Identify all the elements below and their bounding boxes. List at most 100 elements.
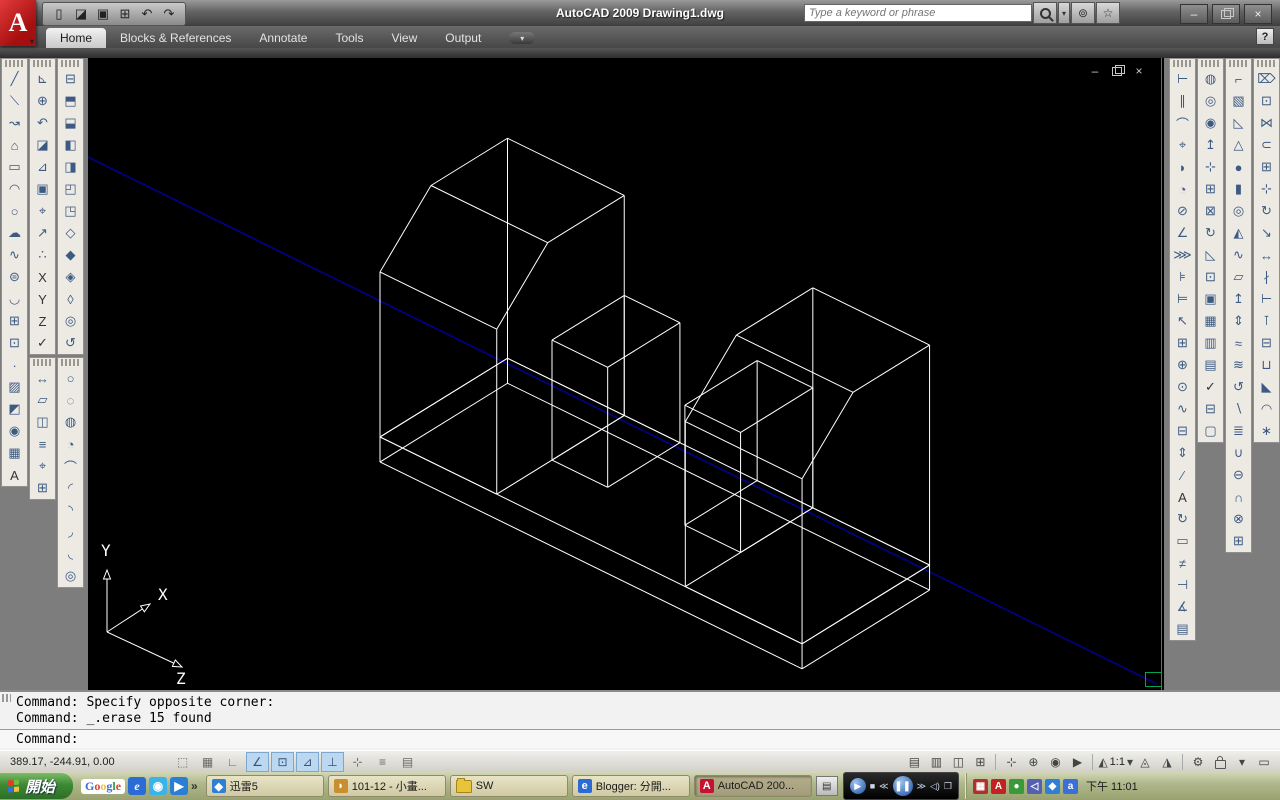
arc-start-end-angle-icon[interactable]: ◞ bbox=[59, 521, 82, 543]
dim-style-manager-icon[interactable]: ▤ bbox=[1171, 618, 1194, 640]
join-icon[interactable]: ⊔ bbox=[1255, 354, 1278, 376]
scale-icon[interactable]: ↘ bbox=[1255, 222, 1278, 244]
dim-space-icon[interactable]: ⇕ bbox=[1171, 442, 1194, 464]
table-icon[interactable]: ▦ bbox=[3, 442, 26, 464]
dim-jogged-icon[interactable]: ◔ bbox=[1171, 178, 1194, 200]
imprint-icon[interactable]: ▤ bbox=[1199, 354, 1222, 376]
clean-screen-button[interactable]: ▭ bbox=[1254, 753, 1274, 771]
auto-annotation-button[interactable]: ◮ bbox=[1157, 753, 1177, 771]
zoom-button[interactable]: ⊕ bbox=[1023, 753, 1043, 771]
restore-button[interactable] bbox=[1212, 4, 1240, 24]
coordinate-display[interactable]: 389.17, -244.91, 0.00 bbox=[0, 756, 170, 768]
previous-view-icon[interactable]: ↺ bbox=[59, 332, 82, 354]
ucs-apply-icon[interactable]: ✓ bbox=[31, 332, 54, 354]
bottom-view-icon[interactable]: ⬓ bbox=[59, 112, 82, 134]
ucs-face-icon[interactable]: ◪ bbox=[31, 134, 54, 156]
ucs-object-icon[interactable]: ⊿ bbox=[31, 156, 54, 178]
pan-button[interactable]: ⊹ bbox=[1001, 753, 1021, 771]
stretch-icon[interactable]: ↔ bbox=[1255, 244, 1278, 266]
media-player-quicklaunch[interactable]: ▶ bbox=[170, 777, 189, 795]
taskbar-item-folder[interactable]: SW bbox=[449, 775, 568, 797]
circle-icon[interactable]: ○ bbox=[3, 200, 26, 222]
construction-line-icon[interactable]: ⟍ bbox=[3, 90, 26, 112]
dim-baseline-icon[interactable]: ⊧ bbox=[1171, 266, 1194, 288]
arc-icon[interactable]: ◠ bbox=[3, 178, 26, 200]
tolerance-icon[interactable]: ⊞ bbox=[1171, 332, 1194, 354]
gradient-icon[interactable]: ◩ bbox=[3, 398, 26, 420]
more-chevron[interactable]: » bbox=[191, 779, 198, 793]
dim-update-icon[interactable]: ↻ bbox=[1171, 508, 1194, 530]
move-faces-icon[interactable]: ⊹ bbox=[1199, 156, 1222, 178]
tray-display-icon[interactable]: ▦ bbox=[973, 778, 988, 794]
communication-center-button[interactable]: ⊚ bbox=[1071, 2, 1095, 24]
extend-icon[interactable]: ⊢ bbox=[1255, 288, 1278, 310]
search-button[interactable] bbox=[1033, 2, 1057, 24]
taper-faces-icon[interactable]: ◺ bbox=[1199, 244, 1222, 266]
taskbar-item-autocad[interactable]: A AutoCAD 200... bbox=[693, 775, 812, 797]
erase-icon[interactable]: ⌦ bbox=[1255, 68, 1278, 90]
dim-arc-length-icon[interactable]: ⌒ bbox=[1171, 112, 1194, 134]
loft-icon[interactable]: ≋ bbox=[1227, 354, 1250, 376]
doc-minimize-button[interactable]: – bbox=[1088, 64, 1102, 78]
named-views-icon[interactable]: ⊟ bbox=[59, 68, 82, 90]
color-faces-icon[interactable]: ▣ bbox=[1199, 288, 1222, 310]
offset-icon[interactable]: ⊂ bbox=[1255, 134, 1278, 156]
mirror-icon[interactable]: ⋈ bbox=[1255, 112, 1278, 134]
ucs-z-axis-icon[interactable]: ↗ bbox=[31, 222, 54, 244]
tab-blocks-references[interactable]: Blocks & References bbox=[106, 28, 245, 48]
rotate-icon[interactable]: ↻ bbox=[1255, 200, 1278, 222]
dim-ordinate-icon[interactable]: ⌖ bbox=[1171, 134, 1194, 156]
torus-icon[interactable]: ◎ bbox=[1227, 200, 1250, 222]
help-button[interactable]: ? bbox=[1256, 28, 1274, 45]
sw-isometric-icon[interactable]: ◇ bbox=[59, 222, 82, 244]
mass-properties-icon[interactable]: ◫ bbox=[31, 411, 54, 433]
toolbar-grip[interactable] bbox=[61, 359, 80, 366]
tray-ati-icon[interactable]: A bbox=[991, 778, 1006, 794]
planar-surface-icon[interactable]: ▱ bbox=[1227, 266, 1250, 288]
layout-button[interactable]: ▥ bbox=[926, 753, 946, 771]
wmp-previous-button[interactable]: ≪ bbox=[879, 781, 888, 792]
ucs-previous-icon[interactable]: ↶ bbox=[31, 112, 54, 134]
tray-thunder-icon[interactable]: ◆ bbox=[1045, 778, 1060, 794]
dim-linear-2-icon[interactable]: ⊣ bbox=[1171, 574, 1194, 596]
toolbar-grip[interactable] bbox=[1229, 60, 1248, 67]
quick-leader-icon[interactable]: ↖ bbox=[1171, 310, 1194, 332]
doc-restore-button[interactable] bbox=[1110, 64, 1125, 78]
model-button[interactable]: ▤ bbox=[904, 753, 924, 771]
union-model-icon[interactable]: ∪ bbox=[1227, 442, 1250, 464]
toolbar-grip[interactable] bbox=[1201, 60, 1220, 67]
dim-break-icon[interactable]: ⊟ bbox=[1171, 420, 1194, 442]
search-input[interactable] bbox=[804, 4, 1032, 22]
circle-2-point-icon[interactable]: ◌ bbox=[59, 389, 82, 411]
separate-icon[interactable]: ⊟ bbox=[1199, 398, 1222, 420]
center-mark-icon[interactable]: ⊕ bbox=[1171, 354, 1194, 376]
messenger-quicklaunch[interactable]: ◉ bbox=[149, 777, 168, 795]
tray-audio-icon[interactable]: ◁ bbox=[1027, 778, 1042, 794]
presspull-icon[interactable]: ⇕ bbox=[1227, 310, 1250, 332]
quick-view-drawings-button[interactable]: ⊞ bbox=[970, 753, 990, 771]
offset-faces-icon[interactable]: ⊞ bbox=[1199, 178, 1222, 200]
tray-quicktime-icon[interactable]: a bbox=[1063, 778, 1078, 794]
dyn-toggle[interactable]: ⊹ bbox=[346, 752, 369, 772]
snap-toggle[interactable]: ⬚ bbox=[171, 752, 194, 772]
minimize-button[interactable]: – bbox=[1180, 4, 1208, 24]
copy-edges-icon[interactable]: ▥ bbox=[1199, 332, 1222, 354]
toolbar-lock-button[interactable] bbox=[1210, 753, 1230, 771]
ellipse-arc-icon[interactable]: ◡ bbox=[3, 288, 26, 310]
taskbar-clock[interactable]: 下午 11:01 bbox=[1086, 778, 1138, 794]
show-motion-button[interactable]: ▶ bbox=[1067, 753, 1087, 771]
tray-user-icon[interactable]: ● bbox=[1009, 778, 1024, 794]
array-icon[interactable]: ⊞ bbox=[1255, 156, 1278, 178]
quick-view-layouts-button[interactable]: ◫ bbox=[948, 753, 968, 771]
point-icon[interactable]: ∙ bbox=[3, 354, 26, 376]
move-icon[interactable]: ⊹ bbox=[1255, 178, 1278, 200]
grid-toggle[interactable]: ▦ bbox=[196, 752, 219, 772]
pyramid-icon[interactable]: ◭ bbox=[1227, 222, 1250, 244]
insert-block-icon[interactable]: ⊞ bbox=[3, 310, 26, 332]
box-icon[interactable]: ▧ bbox=[1227, 90, 1250, 112]
fillet-icon[interactable]: ◠ bbox=[1255, 398, 1278, 420]
measure-area-icon[interactable]: ▱ bbox=[31, 389, 54, 411]
dim-override-icon[interactable]: ≠ bbox=[1171, 552, 1194, 574]
circle-center-radius-icon[interactable]: ○ bbox=[59, 367, 82, 389]
world-ucs-icon[interactable]: ⊕ bbox=[31, 90, 54, 112]
